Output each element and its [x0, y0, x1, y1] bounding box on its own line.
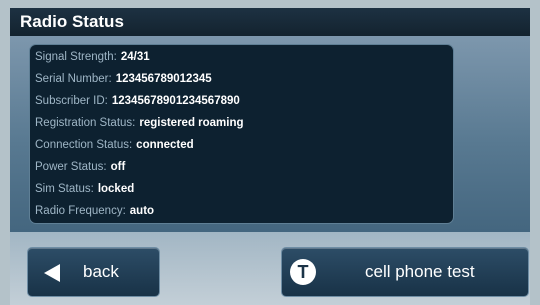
status-label: Signal Strength:: [35, 51, 117, 63]
status-row-power-status: Power Status: off: [35, 156, 453, 178]
status-value: locked: [97, 183, 135, 195]
status-value: 24/31: [120, 51, 150, 63]
status-row-serial-number: Serial Number: 123456789012345: [35, 68, 453, 90]
status-value: 12345678901234567890: [111, 95, 240, 107]
status-value: off: [110, 161, 126, 173]
status-label: Sim Status:: [35, 183, 94, 195]
status-row-radio-frequency: Radio Frequency: auto: [35, 200, 453, 222]
status-value: registered roaming: [139, 117, 244, 129]
t-circle-icon: T: [290, 259, 316, 285]
title-bar: Radio Status: [10, 8, 530, 36]
status-label: Registration Status:: [35, 117, 136, 129]
status-row-sim-status: Sim Status: locked: [35, 178, 453, 200]
status-label: Serial Number:: [35, 73, 112, 85]
status-row-signal-strength: Signal Strength: 24/31: [35, 46, 453, 68]
status-row-connection-status: Connection Status: connected: [35, 134, 453, 156]
radio-status-panel: Signal Strength: 24/31 Serial Number: 1234…: [29, 44, 454, 224]
left-arrow-icon: [44, 264, 60, 282]
status-row-subscriber-id: Subscriber ID: 12345678901234567890: [35, 90, 453, 112]
cell-phone-test-button[interactable]: T cell phone test: [281, 247, 529, 297]
button-bar: back T cell phone test: [10, 232, 530, 305]
cell-phone-test-label: cell phone test: [365, 262, 475, 281]
status-label: Subscriber ID:: [35, 95, 108, 107]
page-title: Radio Status: [20, 12, 124, 31]
status-label: Connection Status:: [35, 139, 133, 151]
status-row-registration-status: Registration Status: registered roaming: [35, 112, 453, 134]
status-label: Radio Frequency:: [35, 205, 126, 217]
back-button-label: back: [83, 262, 119, 281]
back-button[interactable]: back: [27, 247, 160, 297]
main-area: Signal Strength: 24/31 Serial Number: 1234…: [10, 36, 530, 232]
status-value: auto: [129, 205, 155, 217]
status-label: Power Status:: [35, 161, 107, 173]
status-value: connected: [136, 139, 194, 151]
status-value: 123456789012345: [115, 73, 212, 85]
